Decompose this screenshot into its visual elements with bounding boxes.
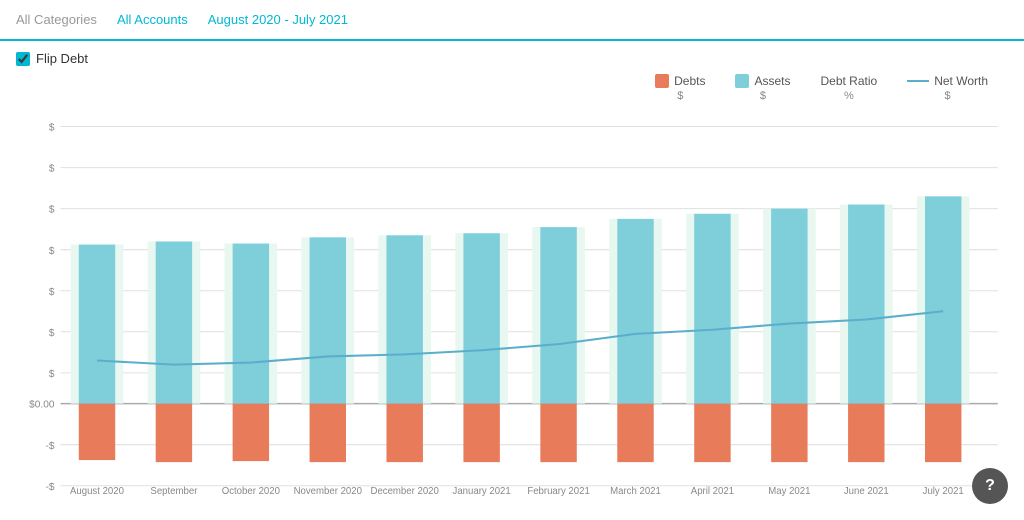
asset-bar-teal-6: [540, 227, 576, 404]
svg-text:July 2021: July 2021: [923, 486, 964, 496]
debt-ratio-sub: %: [844, 90, 854, 102]
svg-text:October 2020: October 2020: [222, 486, 280, 496]
asset-bar-teal-10: [848, 205, 884, 404]
main-content: Flip Debt Debts $ Assets $ Debt Ratio % …: [0, 41, 1024, 496]
legend-debts: Debts $: [655, 74, 705, 102]
asset-bar-teal-0: [79, 245, 115, 404]
svg-text:February 2021: February 2021: [527, 486, 589, 496]
svg-text:January 2021: January 2021: [453, 486, 511, 496]
svg-text:$: $: [49, 123, 55, 134]
net-worth-line-icon: [907, 80, 929, 82]
asset-bar-teal-2: [233, 244, 269, 404]
debt-bar-7: [617, 404, 653, 463]
chart-area: $ $ $ $ $ $ $ $0.00 -$ -$: [16, 106, 1008, 496]
asset-bar-teal-9: [771, 209, 807, 404]
all-accounts-tab[interactable]: All Accounts: [117, 8, 188, 31]
assets-sub: $: [760, 90, 766, 102]
legend-net-worth: Net Worth $: [907, 74, 988, 102]
debt-bar-1: [156, 404, 192, 463]
svg-text:-$: -$: [45, 441, 54, 452]
debts-sub: $: [677, 90, 683, 102]
asset-bar-teal-11: [925, 196, 961, 403]
net-worth-line: [97, 311, 943, 364]
assets-swatch: [735, 74, 749, 88]
debt-bar-11: [925, 404, 961, 463]
debt-bar-5: [463, 404, 499, 463]
debt-bar-3: [310, 404, 346, 463]
svg-text:$: $: [49, 328, 55, 339]
flip-debt-label: Flip Debt: [36, 51, 88, 66]
debt-ratio-label: Debt Ratio: [821, 74, 878, 88]
asset-bar-teal-7: [617, 219, 653, 404]
svg-text:$: $: [49, 287, 55, 298]
svg-text:December 2020: December 2020: [371, 486, 439, 496]
all-categories-tab[interactable]: All Categories: [16, 8, 97, 31]
svg-text:$: $: [49, 369, 55, 380]
flip-debt-checkbox[interactable]: [16, 52, 30, 66]
asset-bar-teal-8: [694, 214, 730, 404]
svg-text:September: September: [150, 486, 198, 496]
debts-swatch: [655, 74, 669, 88]
debt-bar-8: [694, 404, 730, 463]
asset-bar-teal-4: [386, 235, 422, 403]
net-worth-sub: $: [945, 90, 951, 102]
svg-text:August 2020: August 2020: [70, 486, 124, 496]
legend-assets: Assets $: [735, 74, 790, 102]
debt-bar-2: [233, 404, 269, 461]
debt-bar-10: [848, 404, 884, 463]
svg-text:June 2021: June 2021: [844, 486, 889, 496]
svg-text:November 2020: November 2020: [294, 486, 362, 496]
svg-text:$: $: [49, 205, 55, 216]
bar-chart: $ $ $ $ $ $ $ $0.00 -$ -$: [16, 106, 1008, 496]
svg-text:-$: -$: [45, 482, 54, 493]
svg-text:May 2021: May 2021: [768, 486, 810, 496]
assets-label: Assets: [754, 74, 790, 88]
legend-debt-ratio: Debt Ratio %: [821, 74, 878, 102]
debt-bar-4: [386, 404, 422, 463]
debt-bar-9: [771, 404, 807, 463]
svg-text:April 2021: April 2021: [691, 486, 734, 496]
svg-text:March 2021: March 2021: [610, 486, 661, 496]
svg-text:$: $: [49, 164, 55, 175]
help-button[interactable]: ?: [972, 468, 1008, 504]
svg-text:$: $: [49, 246, 55, 257]
asset-bar-teal-3: [310, 237, 346, 403]
debt-bar-6: [540, 404, 576, 463]
flip-debt-row: Flip Debt: [16, 51, 1008, 66]
top-bar: All Categories All Accounts August 2020 …: [0, 0, 1024, 41]
date-range-tab[interactable]: August 2020 - July 2021: [208, 8, 348, 31]
debts-label: Debts: [674, 74, 705, 88]
svg-text:$0.00: $0.00: [29, 400, 55, 411]
asset-bar-teal-1: [156, 241, 192, 403]
asset-bar-teal-5: [463, 233, 499, 403]
debt-bar-0: [79, 404, 115, 460]
net-worth-label: Net Worth: [934, 74, 988, 88]
legend-row: Debts $ Assets $ Debt Ratio % Net Worth …: [16, 74, 1008, 102]
